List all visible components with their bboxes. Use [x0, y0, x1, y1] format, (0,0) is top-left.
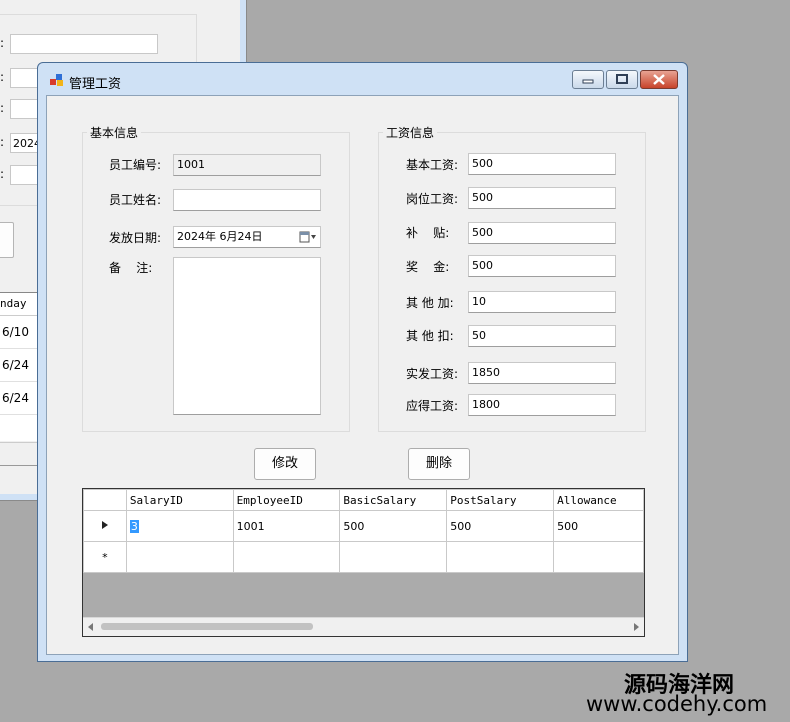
- pay-date-label: 发放日期:: [109, 231, 162, 245]
- bg-textbox[interactable]: [10, 68, 40, 88]
- employee-name-label: 员工姓名:: [109, 193, 162, 207]
- bg-grid-header: nday: [0, 293, 38, 316]
- allowance-label: 补 贴:: [406, 226, 450, 240]
- basic-salary-label: 基本工资:: [406, 158, 459, 172]
- net-salary-field[interactable]: 1850: [468, 362, 616, 384]
- grid-cell[interactable]: [446, 541, 555, 573]
- bg-label-colon: :: [0, 135, 5, 149]
- basic-info-group-title: 基本信息: [87, 124, 142, 141]
- grid-cell[interactable]: [553, 541, 644, 573]
- bg-label-colon: :: [0, 36, 5, 50]
- minimize-icon: [582, 79, 594, 84]
- scroll-right-icon[interactable]: [634, 623, 639, 631]
- remark-label: 备 注:: [109, 261, 153, 275]
- pay-date-value: 2024年 6月24日: [177, 230, 263, 243]
- bg-grid-cell[interactable]: 6/10: [0, 316, 38, 349]
- close-button[interactable]: [640, 70, 678, 89]
- other-deduction-label: 其 他 扣:: [406, 329, 454, 343]
- title-bar[interactable]: 管理工资: [38, 63, 687, 95]
- column-header[interactable]: Allowance: [553, 489, 644, 511]
- grid-cell[interactable]: 3: [125, 510, 234, 542]
- new-row[interactable]: *: [83, 541, 644, 573]
- other-deduction-field[interactable]: 50: [468, 325, 616, 347]
- table-row[interactable]: 3 1001 500 500 500: [83, 510, 644, 542]
- row-header[interactable]: [83, 510, 127, 542]
- grid-cell[interactable]: 500: [446, 510, 555, 542]
- bonus-label: 奖 金:: [406, 260, 450, 274]
- grid-cell[interactable]: [125, 541, 234, 573]
- bonus-field[interactable]: 500: [468, 255, 616, 277]
- new-row-marker[interactable]: *: [83, 541, 127, 573]
- allowance-field[interactable]: 500: [468, 222, 616, 244]
- grid-cell[interactable]: [339, 541, 448, 573]
- grid-corner-header[interactable]: [83, 489, 127, 511]
- current-row-arrow-icon: [101, 520, 108, 529]
- salary-info-group-title: 工资信息: [383, 124, 438, 141]
- bg-textbox[interactable]: [10, 165, 40, 185]
- bg-textbox[interactable]: [10, 99, 40, 119]
- bg-date-picker[interactable]: 2024: [10, 133, 40, 153]
- basic-salary-field[interactable]: 500: [468, 153, 616, 175]
- bg-data-grid[interactable]: nday 6/10 6/24 6/24: [0, 292, 38, 441]
- salary-info-group: 工资信息: [378, 124, 646, 432]
- delete-button[interactable]: 删除: [408, 448, 470, 480]
- column-header[interactable]: SalaryID: [125, 489, 234, 511]
- bg-grid-cell[interactable]: 6/24: [0, 382, 38, 415]
- employee-name-field[interactable]: [173, 189, 321, 211]
- column-header[interactable]: BasicSalary: [339, 489, 448, 511]
- grid-cell[interactable]: 1001: [232, 510, 341, 542]
- gross-salary-field[interactable]: 1800: [468, 394, 616, 416]
- grid-header-row: SalaryID EmployeeID BasicSalary PostSala…: [83, 489, 644, 511]
- window-title: 管理工资: [69, 77, 122, 92]
- close-icon: [653, 74, 665, 85]
- remark-textarea[interactable]: [173, 257, 321, 415]
- pay-date-picker[interactable]: 2024年 6月24日: [173, 226, 321, 248]
- bg-label-colon: :: [0, 167, 5, 181]
- gross-salary-label: 应得工资:: [406, 399, 459, 413]
- watermark-url: www.codehy.com: [586, 692, 768, 716]
- calendar-dropdown-icon[interactable]: [299, 230, 317, 244]
- other-addition-label: 其 他 加:: [406, 296, 454, 310]
- scroll-left-icon[interactable]: [88, 623, 93, 631]
- bg-textbox[interactable]: [10, 34, 158, 54]
- other-addition-field[interactable]: 10: [468, 291, 616, 313]
- employee-id-field[interactable]: 1001: [173, 154, 321, 176]
- horizontal-scrollbar[interactable]: [83, 617, 644, 636]
- modify-button[interactable]: 修改: [254, 448, 316, 480]
- column-header[interactable]: PostSalary: [446, 489, 555, 511]
- dialog-client-area: 基本信息 员工编号: 1001 员工姓名: 发放日期: 2024年 6月24日 …: [46, 95, 679, 655]
- selected-cell-text: 3: [129, 519, 139, 533]
- maximize-icon: [616, 74, 628, 84]
- bg-button[interactable]: [0, 222, 14, 258]
- manage-salary-window: 管理工资 基本信息 员工编号: 1001 员工姓名: 发放日期: 2024年 6…: [37, 62, 688, 662]
- salary-data-grid[interactable]: SalaryID EmployeeID BasicSalary PostSala…: [82, 488, 645, 637]
- employee-id-label: 员工编号:: [109, 158, 162, 172]
- bg-grid-cell[interactable]: 6/24: [0, 349, 38, 382]
- minimize-button[interactable]: [572, 70, 604, 89]
- post-salary-field[interactable]: 500: [468, 187, 616, 209]
- bg-label-colon: :: [0, 101, 5, 115]
- bg-label-colon: :: [0, 70, 5, 84]
- post-salary-label: 岗位工资:: [406, 192, 459, 206]
- app-icon: [50, 74, 64, 86]
- bg-scrollbar[interactable]: [0, 442, 38, 466]
- net-salary-label: 实发工资:: [406, 367, 459, 381]
- grid-cell[interactable]: 500: [339, 510, 448, 542]
- column-header[interactable]: EmployeeID: [232, 489, 341, 511]
- grid-cell[interactable]: 500: [553, 510, 644, 542]
- scrollbar-thumb[interactable]: [101, 623, 313, 630]
- grid-cell[interactable]: [232, 541, 341, 573]
- maximize-button[interactable]: [606, 70, 638, 89]
